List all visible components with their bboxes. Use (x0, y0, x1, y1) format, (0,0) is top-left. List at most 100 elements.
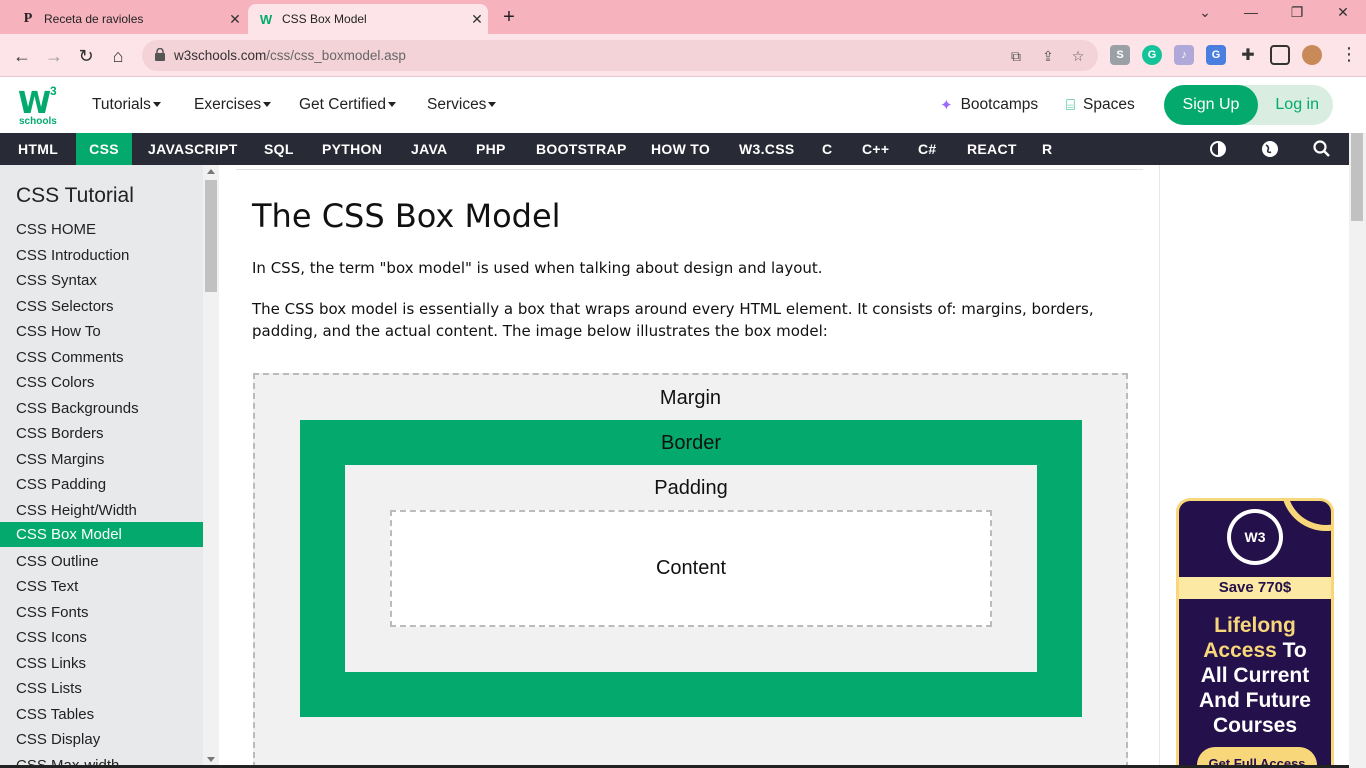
close-window-icon[interactable]: ✕ (1320, 4, 1366, 21)
scrollbar-thumb[interactable] (1351, 133, 1363, 221)
profile-avatar[interactable] (1302, 45, 1322, 65)
caret-down-icon (263, 102, 272, 108)
google-translate-extension-icon[interactable]: G (1206, 45, 1226, 65)
dark-mode-icon[interactable] (1208, 139, 1228, 159)
lang-cpp[interactable]: C++ (862, 133, 889, 165)
w3-badge-logo: W3 (1227, 509, 1283, 565)
lang-javascript[interactable]: JAVASCRIPT (148, 133, 238, 165)
lang-sql[interactable]: SQL (264, 133, 294, 165)
sidebar-item[interactable]: CSS Lists (0, 676, 203, 701)
border-label: Border (660, 432, 722, 454)
lang-c[interactable]: C (822, 133, 832, 165)
music-extension-icon[interactable]: ♪ (1174, 45, 1194, 65)
sidebar-item[interactable]: CSS Introduction (0, 243, 203, 268)
sidebar: CSS Tutorial CSS HOME CSS Introduction C… (0, 165, 203, 768)
tab-favicon-icon: W (259, 11, 273, 27)
tab-title: CSS Box Model (282, 12, 367, 26)
scroll-up-arrow-icon[interactable] (207, 169, 215, 174)
lock-icon[interactable] (154, 48, 166, 61)
share-icon[interactable]: ⇪ (1038, 46, 1058, 66)
minimize-icon[interactable]: — (1228, 4, 1274, 20)
caret-down-icon (488, 102, 497, 108)
sidebar-item[interactable]: CSS Padding (0, 472, 203, 497)
lang-css[interactable]: CSS (76, 133, 132, 165)
decorative-arc (1281, 501, 1331, 531)
lang-w3css[interactable]: W3.CSS (739, 133, 794, 165)
lang-react[interactable]: REACT (967, 133, 1017, 165)
sidebar-item[interactable]: CSS Text (0, 574, 203, 599)
tab-search-chevron-icon[interactable]: ⌄ (1182, 4, 1228, 21)
sidebar-item[interactable]: CSS Links (0, 651, 203, 676)
sidebar-item[interactable]: CSS Icons (0, 625, 203, 650)
lang-r[interactable]: R (1042, 133, 1052, 165)
menu-get-certified[interactable]: Get Certified (299, 96, 397, 114)
address-bar[interactable]: w3schools.com/css/css_boxmodel.asp ⧉ ⇪ ☆ (142, 40, 1098, 71)
browser-menu-icon[interactable]: ⋮ (1340, 44, 1358, 65)
sidebar-item[interactable]: CSS Display (0, 727, 203, 752)
lang-java[interactable]: JAVA (411, 133, 447, 165)
lang-python[interactable]: PYTHON (322, 133, 382, 165)
lang-html[interactable]: HTML (18, 133, 58, 165)
page-title: The CSS Box Model (252, 197, 561, 235)
language-nav-bar: HTML CSS JAVASCRIPT SQL PYTHON JAVA PHP … (0, 133, 1349, 165)
w3schools-logo[interactable]: W 3 schools (18, 84, 60, 128)
close-tab-icon[interactable]: ✕ (224, 11, 246, 28)
signup-button[interactable]: Sign Up (1164, 85, 1258, 125)
sidebar-item[interactable]: CSS Outline (0, 549, 203, 574)
menu-exercises[interactable]: Exercises (194, 96, 272, 114)
sidebar-item[interactable]: CSS Margins (0, 447, 203, 472)
close-tab-icon[interactable]: ✕ (466, 11, 488, 28)
promo-ad[interactable]: W3 Save 770$ Lifelong Access To All Curr… (1176, 498, 1334, 768)
sidebar-item[interactable]: CSS Selectors (0, 294, 203, 319)
scroll-down-arrow-icon[interactable] (207, 757, 215, 762)
sidebar-item[interactable]: CSS Fonts (0, 600, 203, 625)
home-icon[interactable]: ⌂ (104, 42, 132, 70)
sidebar-item[interactable]: CSS Borders (0, 421, 203, 446)
main-content: The CSS Box Model In CSS, the term "box … (219, 165, 1159, 768)
page-scrollbar[interactable] (1349, 133, 1366, 768)
caret-down-icon (152, 102, 161, 108)
sidebar-item[interactable]: CSS How To (0, 319, 203, 344)
restore-icon[interactable]: ❐ (1274, 4, 1320, 21)
side-panel-icon[interactable] (1270, 45, 1290, 65)
sidebar-scrollbar[interactable] (203, 165, 219, 768)
lang-howto[interactable]: HOW TO (651, 133, 710, 165)
translate-icon[interactable]: ⧉ (1006, 46, 1026, 66)
site-header: W 3 schools Tutorials Exercises Get Cert… (0, 78, 1366, 133)
sidebar-item-active[interactable]: CSS Box Model (0, 522, 203, 547)
lang-php[interactable]: PHP (476, 133, 506, 165)
search-icon[interactable] (1312, 139, 1332, 159)
tab-title: Receta de ravioles (44, 12, 144, 26)
reload-icon[interactable]: ↻ (72, 42, 100, 70)
browser-toolbar: ← → ↻ ⌂ w3schools.com/css/css_boxmodel.a… (0, 34, 1366, 77)
skype-extension-icon[interactable]: S (1110, 45, 1130, 65)
sidebar-item[interactable]: CSS Colors (0, 370, 203, 395)
bootcamps-link[interactable]: ✦ Bootcamps (940, 96, 1038, 114)
intro-paragraph: In CSS, the term "box model" is used whe… (252, 259, 823, 277)
sidebar-item[interactable]: CSS Tables (0, 702, 203, 727)
menu-services[interactable]: Services (427, 96, 497, 114)
padding-label: Padding (654, 477, 728, 499)
sidebar-item[interactable]: CSS Syntax (0, 268, 203, 293)
right-column-divider (1159, 165, 1160, 768)
new-tab-plus-icon[interactable]: + (498, 6, 520, 29)
lang-bootstrap[interactable]: BOOTSTRAP (536, 133, 627, 165)
back-arrow-icon[interactable]: ← (8, 42, 36, 70)
lang-csharp[interactable]: C# (918, 133, 937, 165)
tab-recipe[interactable]: P Receta de ravioles ✕ (10, 4, 246, 34)
description-paragraph: The CSS box model is essentially a box t… (252, 300, 1094, 340)
scrollbar-thumb[interactable] (205, 180, 217, 292)
tab-css-box-model[interactable]: W CSS Box Model ✕ (248, 4, 488, 34)
box-model-content: Content (390, 510, 992, 627)
sidebar-item[interactable]: CSS Backgrounds (0, 396, 203, 421)
sidebar-item[interactable]: CSS Comments (0, 345, 203, 370)
bookmark-star-icon[interactable]: ☆ (1068, 46, 1088, 66)
spaces-link[interactable]: ⌸ Spaces (1066, 96, 1135, 114)
menu-tutorials[interactable]: Tutorials (92, 96, 161, 114)
forward-arrow-icon[interactable]: → (40, 42, 68, 70)
globe-icon[interactable] (1260, 139, 1280, 159)
extensions-puzzle-icon[interactable]: ✚ (1238, 45, 1258, 65)
grammarly-extension-icon[interactable]: G (1142, 45, 1162, 65)
sidebar-item[interactable]: CSS Height/Width (0, 498, 203, 523)
sidebar-item[interactable]: CSS HOME (0, 217, 203, 242)
